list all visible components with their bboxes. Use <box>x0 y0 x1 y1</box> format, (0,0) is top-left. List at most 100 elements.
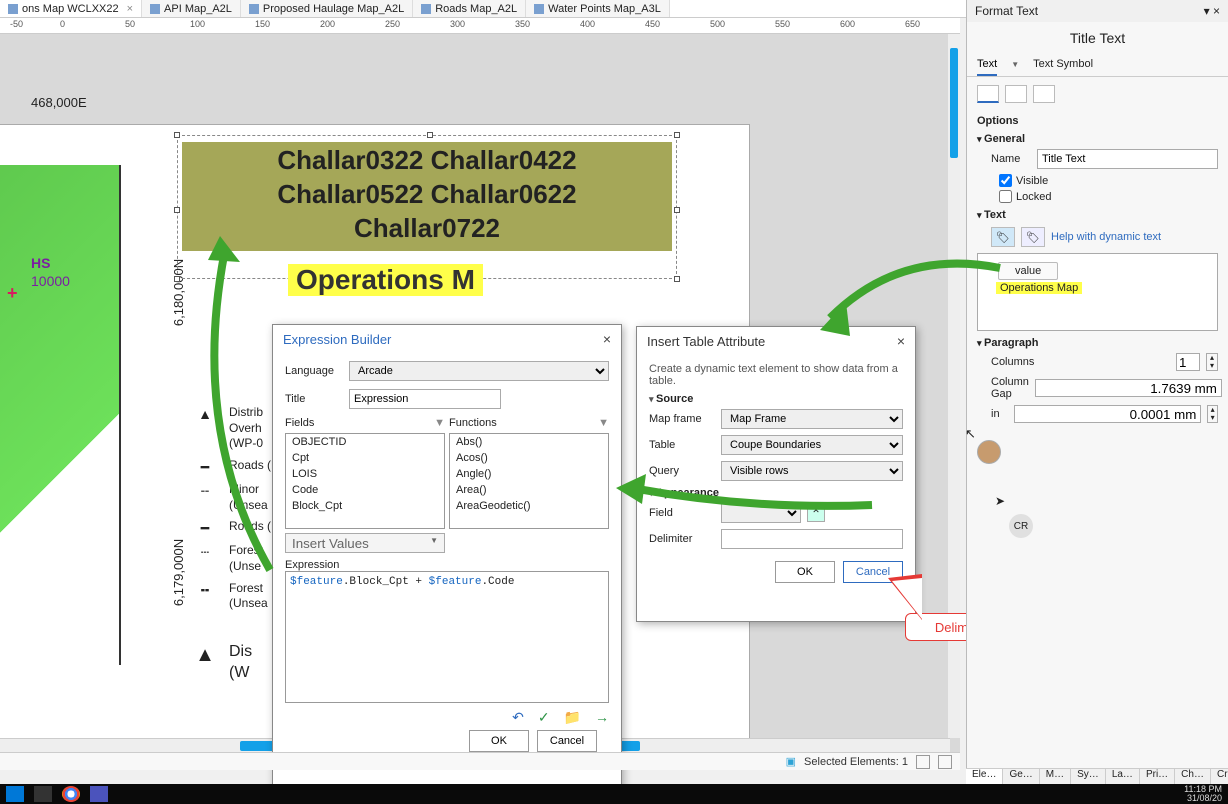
field-item[interactable]: Block_Cpt <box>286 498 444 514</box>
validate-icon[interactable]: ✓ <box>538 709 550 726</box>
coord-label-y2: 6,179,000N <box>171 539 186 606</box>
language-select[interactable]: Arcade <box>349 361 609 381</box>
tab-operations-map[interactable]: ons Map WCLXX22× <box>0 0 142 17</box>
tab-text-symbol[interactable]: Text Symbol <box>1033 54 1093 76</box>
text-value-area[interactable]: value Operations Map <box>977 253 1218 331</box>
layout-icon <box>8 4 18 14</box>
pane-menu-icon[interactable]: ▾ <box>1204 4 1210 18</box>
delimiter-input[interactable] <box>721 529 903 549</box>
title-text-element[interactable]: Challar0322 Challar0422 Challar0522 Chal… <box>177 135 677 279</box>
general-tab-icon[interactable] <box>977 85 999 103</box>
function-item[interactable]: AreaGeodetic() <box>450 498 608 514</box>
title-input[interactable] <box>349 389 501 409</box>
resize-handle[interactable] <box>427 132 433 138</box>
filter-icon[interactable]: ▼ <box>598 417 609 429</box>
resize-handle[interactable] <box>174 132 180 138</box>
dialog-titlebar[interactable]: Expression Builder × <box>273 325 621 353</box>
scroll-thumb[interactable] <box>950 48 958 158</box>
function-item[interactable]: Abs() <box>450 434 608 450</box>
layout-icon <box>421 4 431 14</box>
insert-values-dropdown[interactable]: Insert Values ▼ <box>285 533 445 553</box>
tab-water-points[interactable]: Water Points Map_A3L <box>526 0 670 17</box>
chrome-icon[interactable] <box>62 786 80 802</box>
system-clock[interactable]: 11:18 PM31/08/20 <box>1184 785 1222 803</box>
bottom-tab[interactable]: Ch… <box>1175 769 1211 784</box>
field-item[interactable]: Code <box>286 482 444 498</box>
format-text-pane: Format Text▾ × Title Text Text ▼ Text Sy… <box>966 0 1228 784</box>
function-item[interactable]: Acos() <box>450 450 608 466</box>
columns-input[interactable] <box>1176 353 1200 371</box>
options-hdr: Options <box>977 115 1218 127</box>
pane-close-icon[interactable]: × <box>1213 4 1220 18</box>
table-select[interactable]: Coupe Boundaries <box>721 435 903 455</box>
undo-icon[interactable]: ↶ <box>512 709 524 726</box>
locked-checkbox[interactable] <box>999 190 1012 203</box>
bottom-tab[interactable]: Ge… <box>1003 769 1039 784</box>
frame-tab-icon[interactable] <box>1033 85 1055 103</box>
tab-proposed-haulage[interactable]: Proposed Haulage Map_A2L <box>241 0 413 17</box>
mapframe-select[interactable]: Map Frame <box>721 409 903 429</box>
paragraph-section[interactable]: Paragraph <box>977 337 1218 349</box>
close-icon[interactable]: × <box>603 331 611 347</box>
bottom-tab[interactable]: Cr… <box>1211 769 1228 784</box>
fields-listbox[interactable]: OBJECTID Cpt LOIS Code Block_Cpt <box>285 433 445 529</box>
source-section[interactable]: Source <box>649 393 903 405</box>
pause-icon[interactable] <box>916 755 930 769</box>
refresh-icon[interactable] <box>938 755 952 769</box>
bottom-tab[interactable]: Pri… <box>1140 769 1175 784</box>
bottom-tab[interactable]: Ele… <box>966 769 1003 784</box>
margin-input[interactable] <box>1014 405 1201 423</box>
export-icon[interactable]: → <box>595 709 609 726</box>
function-item[interactable]: Angle() <box>450 466 608 482</box>
ok-button[interactable]: OK <box>775 561 835 583</box>
spinner-icon[interactable]: ▴▾ <box>1207 405 1218 423</box>
field-select[interactable] <box>721 503 801 523</box>
fields-label: Fields <box>285 417 314 429</box>
cancel-button[interactable]: Cancel <box>537 730 597 752</box>
expression-button-icon[interactable]: ✕ <box>807 504 825 522</box>
expression-textarea[interactable]: $feature.Block_Cpt + $feature.Code <box>285 571 609 703</box>
text-section[interactable]: Text <box>977 209 1218 221</box>
resize-handle[interactable] <box>674 276 680 282</box>
ok-button[interactable]: OK <box>469 730 529 752</box>
visible-checkbox[interactable] <box>999 174 1012 187</box>
search-icon[interactable] <box>34 786 52 802</box>
tab-roads-map[interactable]: Roads Map_A2L <box>413 0 526 17</box>
spinner-icon[interactable]: ▴▾ <box>1206 353 1218 371</box>
bottom-tab[interactable]: M… <box>1040 769 1071 784</box>
tab-api-map[interactable]: API Map_A2L <box>142 0 241 17</box>
dialog-titlebar[interactable]: Insert Table Attribute × <box>637 327 915 355</box>
resize-handle[interactable] <box>674 207 680 213</box>
function-item[interactable]: Area() <box>450 482 608 498</box>
field-item[interactable]: OBJECTID <box>286 434 444 450</box>
functions-listbox[interactable]: Abs() Acos() Angle() Area() AreaGeodetic… <box>449 433 609 529</box>
general-section[interactable]: General <box>977 133 1218 145</box>
resize-handle[interactable] <box>674 132 680 138</box>
tab-close-icon[interactable]: × <box>127 3 133 15</box>
query-select[interactable]: Visible rows <box>721 461 903 481</box>
element-name: Title Text <box>967 22 1228 54</box>
chevron-down-icon[interactable]: ▼ <box>1011 54 1019 76</box>
resize-handle[interactable] <box>174 276 180 282</box>
column-gap-input[interactable] <box>1035 379 1222 397</box>
tag-icon[interactable]: 🏷 <box>991 227 1015 247</box>
field-item[interactable]: Cpt <box>286 450 444 466</box>
dynamic-text-value: Challar0322 Challar0422 Challar0522 Chal… <box>182 142 672 251</box>
name-input[interactable] <box>1037 149 1218 169</box>
close-icon[interactable]: × <box>897 333 905 349</box>
start-button[interactable] <box>6 786 24 802</box>
placement-tab-icon[interactable] <box>1005 85 1027 103</box>
tab-text[interactable]: Text <box>977 54 997 76</box>
bottom-tab[interactable]: Sy… <box>1071 769 1106 784</box>
map-frame-preview <box>0 165 121 665</box>
appearance-section[interactable]: Appearance <box>649 487 903 499</box>
help-dynamic-text-link[interactable]: Help with dynamic text <box>1051 231 1161 243</box>
value-token[interactable]: value <box>998 262 1058 280</box>
field-item[interactable]: LOIS <box>286 466 444 482</box>
teams-icon[interactable] <box>90 786 108 802</box>
resize-handle[interactable] <box>174 207 180 213</box>
tag-group-icon[interactable]: 🏷 <box>1021 227 1045 247</box>
open-icon[interactable]: 📁 <box>564 709 581 726</box>
bottom-tab[interactable]: La… <box>1106 769 1140 784</box>
filter-icon[interactable]: ▼ <box>434 417 445 429</box>
